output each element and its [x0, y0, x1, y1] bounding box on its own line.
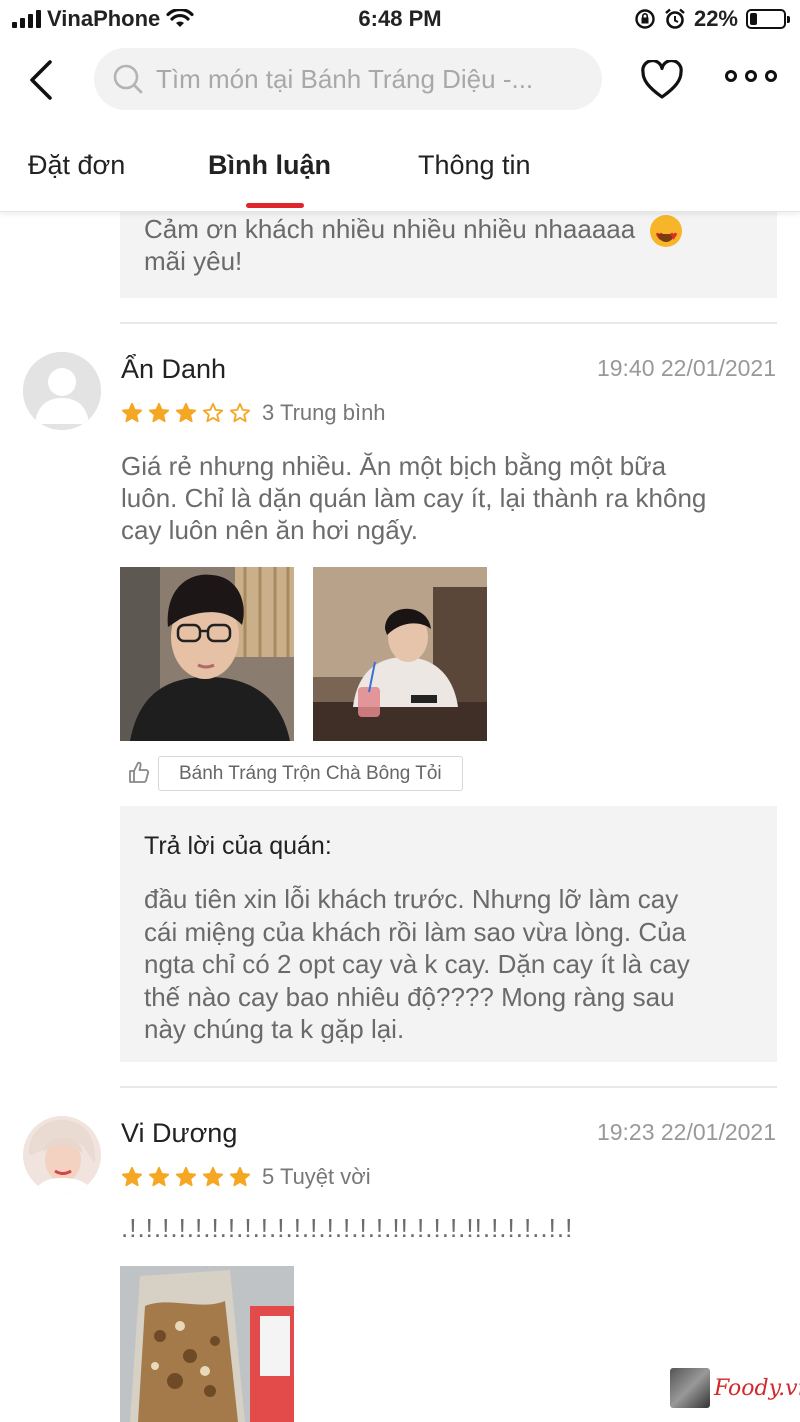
search-input[interactable] — [156, 63, 576, 95]
photo-person-cafe — [313, 567, 487, 741]
review-text-line: luôn. Chỉ là dặn quán làm cay ít, lại th… — [121, 483, 707, 513]
rating-label: 3 Trung bình — [262, 400, 386, 425]
review-text: Giá rẻ nhưng nhiều. Ăn một bịch bằng một… — [121, 450, 781, 546]
star-filled-icon — [148, 1166, 170, 1187]
star-filled-icon — [229, 1166, 251, 1187]
more-options-icon[interactable] — [725, 70, 777, 82]
heart-eyes-emoji-icon — [650, 215, 683, 253]
star-rating: 3 Trung bình — [121, 400, 386, 426]
star-empty-icon — [202, 402, 224, 423]
foody-watermark: Foody.vn — [670, 1368, 800, 1408]
shop-reply: Trả lời của quán: đầu tiên xin lỗi khách… — [120, 806, 777, 1062]
back-icon[interactable] — [24, 58, 64, 102]
star-filled-icon — [121, 402, 143, 423]
battery-fill — [750, 13, 758, 25]
shop-reply-title: Trả lời của quán: — [144, 832, 332, 860]
shop-reply-line: ngta chỉ có 2 opt cay và k cay. Dặn cay … — [144, 949, 690, 979]
reviewer-name[interactable]: Vi Dương — [121, 1118, 237, 1149]
star-filled-icon — [202, 1166, 224, 1187]
battery-icon — [746, 9, 790, 29]
default-user-icon — [23, 352, 101, 430]
tab-order[interactable]: Đặt đơn — [28, 150, 125, 181]
shop-reply-line: cái miệng của khách rồi làm sao vừa lòng… — [144, 916, 687, 947]
review-text: .!.!.!.!.!.!.!.!.!.!.!.!.!.!.!.!.!!.!.!.… — [121, 1212, 781, 1244]
divider — [120, 322, 777, 324]
previous-reply-line-2: mãi yêu! — [144, 246, 243, 276]
reviewer-name[interactable]: Ẩn Danh — [121, 354, 226, 385]
shop-reply-text: đầu tiên xin lỗi khách trước. Nhưng lỡ l… — [144, 883, 764, 1046]
status-bar: VinaPhone 6:48 PM 22% — [0, 0, 800, 40]
previous-reply-line-1: Cảm ơn khách nhiều nhiều nhiều nhaaaaa — [144, 212, 683, 253]
avatar-anonymous[interactable] — [23, 352, 101, 430]
tab-bar: Đặt đơn Bình luận Thông tin — [0, 120, 800, 212]
tab-comments[interactable]: Bình luận — [208, 150, 331, 181]
search-icon — [113, 64, 143, 94]
heart-icon[interactable] — [640, 60, 684, 100]
shop-reply-line: thế nào cay bao nhiêu độ???? Mong ràng s… — [144, 981, 675, 1012]
like-icon[interactable] — [128, 760, 150, 784]
dish-tag[interactable]: Bánh Tráng Trộn Chà Bông Tỏi — [158, 756, 463, 791]
star-filled-icon — [175, 402, 197, 423]
divider — [120, 1086, 777, 1088]
review-photo[interactable] — [313, 567, 487, 741]
review-date: 19:23 22/01/2021 — [596, 1119, 776, 1145]
photo-food-bag — [120, 1266, 294, 1422]
avatar-vi-duong[interactable] — [23, 1116, 101, 1194]
navbar — [0, 40, 800, 120]
review-text-line: .!.!.!.!.!.!.!.!.!.!.!.!.!.!.!.!.!!.!.!.… — [121, 1213, 574, 1243]
tab-info[interactable]: Thông tin — [418, 150, 531, 181]
orientation-lock-icon — [635, 9, 655, 29]
star-filled-icon — [175, 1166, 197, 1187]
review-photo[interactable] — [120, 1266, 294, 1422]
review-date: 19:40 22/01/2021 — [596, 355, 776, 381]
review-text-line: Giá rẻ nhưng nhiều. Ăn một bịch bằng một… — [121, 451, 667, 481]
alarm-icon — [665, 8, 685, 29]
star-filled-icon — [148, 402, 170, 423]
shop-reply-line: này chúng ta k gặp lại. — [144, 1014, 405, 1044]
shop-reply-line: đầu tiên xin lỗi khách trước. Nhưng lỡ l… — [144, 884, 679, 914]
previous-reply-text-1: Cảm ơn khách nhiều nhiều nhiều nhaaaaa — [144, 214, 636, 244]
previous-shop-reply: Cảm ơn khách nhiều nhiều nhiều nhaaaaa m… — [120, 212, 777, 298]
active-tab-indicator — [246, 203, 304, 208]
search-bar[interactable] — [94, 48, 602, 110]
photo-person-glasses — [120, 567, 294, 741]
watermark-brand: Foody.vn — [714, 1375, 800, 1401]
rating-label: 5 Tuyệt vời — [262, 1164, 371, 1189]
battery-percent: 22% — [693, 6, 738, 31]
status-right: 22% — [634, 6, 790, 32]
star-filled-icon — [121, 1166, 143, 1187]
review-text-line: cay luôn nên ăn hơi ngấy. — [121, 515, 418, 545]
user-photo — [23, 1116, 101, 1194]
star-rating: 5 Tuyệt vời — [121, 1164, 371, 1190]
watermark-thumbnail — [670, 1368, 710, 1408]
review-photo[interactable] — [120, 567, 294, 741]
star-empty-icon — [229, 402, 251, 423]
